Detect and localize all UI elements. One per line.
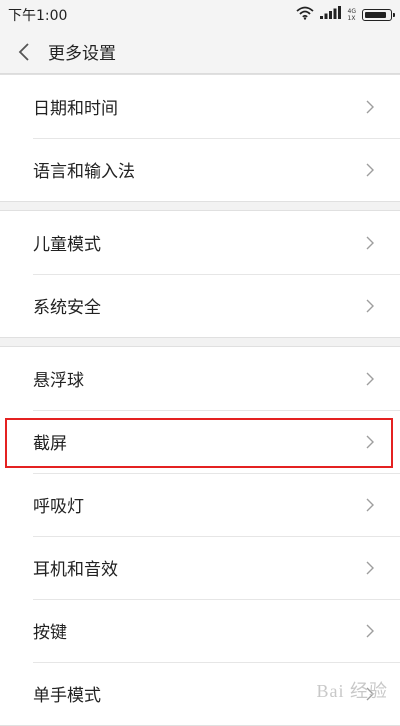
chevron-right-icon [366, 497, 376, 513]
settings-item-label: 悬浮球 [33, 371, 84, 391]
battery-icon [362, 9, 395, 21]
chevron-right-icon [366, 434, 376, 450]
network-type: 4G 1X [347, 8, 356, 22]
settings-item-floating-ball[interactable]: 悬浮球 [0, 347, 400, 410]
chevron-right-icon [366, 623, 376, 639]
chevron-right-icon [366, 298, 376, 314]
settings-item-label: 语言和输入法 [33, 162, 135, 182]
settings-item-label: 耳机和音效 [33, 560, 118, 580]
settings-item-screenshot[interactable]: 截屏 [0, 410, 400, 473]
settings-group-1: 日期和时间 语言和输入法 [0, 74, 400, 202]
settings-item-label: 单手模式 [33, 686, 101, 706]
chevron-right-icon [366, 371, 376, 387]
settings-item-date-time[interactable]: 日期和时间 [0, 75, 400, 138]
chevron-left-icon [18, 42, 29, 61]
settings-item-label: 系统安全 [33, 298, 101, 318]
settings-item-label: 呼吸灯 [33, 497, 84, 517]
settings-item-label: 日期和时间 [33, 99, 118, 119]
settings-item-label: 儿童模式 [33, 235, 101, 255]
back-button[interactable] [2, 30, 46, 74]
settings-group-2: 儿童模式 系统安全 [0, 210, 400, 338]
watermark: Bai 经验 [316, 681, 388, 701]
battery-fill [365, 12, 387, 18]
header-bar: 更多设置 [0, 30, 400, 74]
settings-item-kids-mode[interactable]: 儿童模式 [0, 211, 400, 274]
chevron-right-icon [366, 162, 376, 178]
status-time: 下午1:00 [8, 8, 68, 24]
settings-item-buttons[interactable]: 按键 [0, 599, 400, 662]
chevron-right-icon [366, 99, 376, 115]
status-icons: 4G 1X [295, 6, 395, 24]
settings-group-3: 悬浮球 截屏 呼吸灯 耳机和音效 按键 单手模式 [0, 346, 400, 726]
chevron-right-icon [366, 560, 376, 576]
signal-icon [319, 6, 342, 24]
settings-item-system-security[interactable]: 系统安全 [0, 274, 400, 337]
settings-item-language-input[interactable]: 语言和输入法 [0, 138, 400, 201]
wifi-icon [295, 6, 314, 24]
settings-item-headphones-audio[interactable]: 耳机和音效 [0, 536, 400, 599]
chevron-right-icon [366, 235, 376, 251]
settings-item-label: 截屏 [33, 434, 67, 454]
status-bar: 下午1:00 4G 1X [0, 0, 400, 30]
settings-item-label: 按键 [33, 623, 67, 643]
settings-item-breathing-light[interactable]: 呼吸灯 [0, 473, 400, 536]
page-title: 更多设置 [48, 44, 116, 64]
